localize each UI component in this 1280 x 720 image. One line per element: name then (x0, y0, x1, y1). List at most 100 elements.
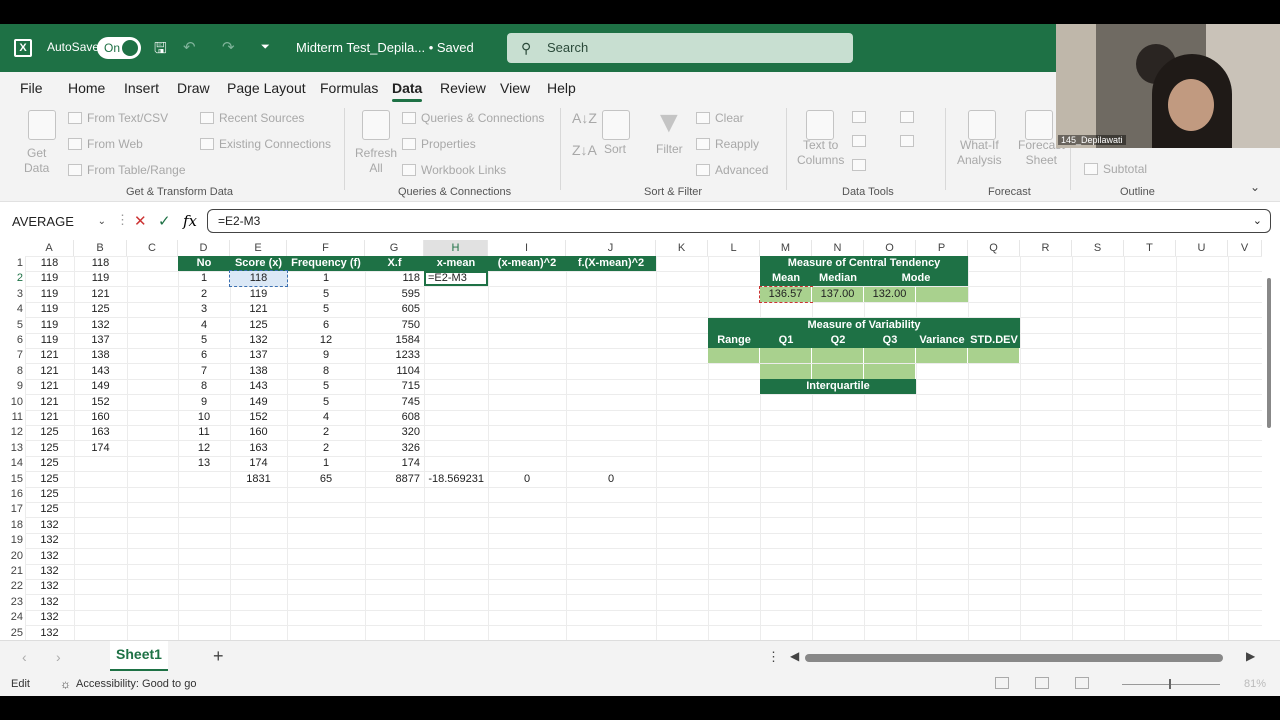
cell-e9[interactable]: 143 (230, 379, 287, 394)
row-header-20[interactable]: 20 (0, 549, 25, 564)
cell-g14[interactable]: 174 (365, 456, 424, 471)
cell-d8[interactable]: 7 (178, 364, 230, 379)
cell-e12[interactable]: 160 (230, 425, 287, 440)
cell-e10[interactable]: 149 (230, 395, 287, 410)
cell-e5[interactable]: 125 (230, 318, 287, 333)
variability-header-p[interactable]: Variance (916, 333, 968, 348)
row-header-12[interactable]: 12 (0, 425, 25, 440)
add-sheet-icon[interactable]: + (213, 646, 224, 667)
cell-a14[interactable]: 125 (25, 456, 74, 471)
cell-g15[interactable]: 8877 (365, 472, 424, 487)
cell-g11[interactable]: 608 (365, 410, 424, 425)
table-header-h[interactable]: x-mean (424, 256, 488, 271)
row-header-3[interactable]: 3 (0, 287, 25, 302)
column-header-q[interactable]: Q (968, 240, 1020, 256)
worksheet-grid[interactable]: ABCDEFGHIJKLMNOPQRSTUV 1 2 3 4 5 6 7 8 9 10 11 12 13… (0, 240, 1262, 664)
horizontal-scroll-thumb[interactable] (805, 654, 1223, 662)
column-header-c[interactable]: C (127, 240, 178, 256)
cell-b6[interactable]: 137 (74, 333, 127, 348)
cancel-icon[interactable]: ✕ (134, 212, 147, 230)
variability-value-o[interactable] (864, 348, 916, 364)
tab-page-layout[interactable]: Page Layout (227, 80, 306, 96)
text-to-columns-button[interactable]: Text to Columns (797, 138, 844, 168)
variability-header-n[interactable]: Q2 (812, 333, 864, 348)
cell-b5[interactable]: 132 (74, 318, 127, 333)
cell-b4[interactable]: 125 (74, 302, 127, 317)
more-options-icon[interactable]: ⋮ (767, 649, 780, 665)
cell-f11[interactable]: 4 (287, 410, 365, 425)
sort-button[interactable]: Sort (604, 142, 626, 156)
advanced-button[interactable]: Advanced (696, 163, 768, 177)
quartile-value-n[interactable] (812, 363, 864, 379)
row-header-11[interactable]: 11 (0, 410, 25, 425)
row-header-7[interactable]: 7 (0, 348, 25, 363)
refresh-all-button[interactable]: Refresh All (355, 146, 397, 176)
column-header-d[interactable]: D (178, 240, 230, 256)
cell-a21[interactable]: 132 (25, 564, 74, 579)
expand-formula-icon[interactable]: ⌄ (1253, 210, 1262, 232)
variability-value-m[interactable] (760, 348, 812, 364)
cell-a3[interactable]: 119 (25, 287, 74, 302)
cell-d11[interactable]: 10 (178, 410, 230, 425)
cell-a23[interactable]: 132 (25, 595, 74, 610)
cell-d13[interactable]: 12 (178, 441, 230, 456)
variability-value-p[interactable] (916, 348, 968, 364)
cell-a10[interactable]: 121 (25, 395, 74, 410)
cell-g5[interactable]: 750 (365, 318, 424, 333)
row-header-5[interactable]: 5 (0, 318, 25, 333)
queries-connections-button[interactable]: Queries & Connections (402, 111, 544, 125)
insert-function-icon[interactable]: fx (183, 212, 197, 230)
formula-input[interactable]: =E2-M3 ⌄ (207, 209, 1271, 233)
cell-f6[interactable]: 12 (287, 333, 365, 348)
remove-duplicates-icon[interactable] (852, 134, 871, 148)
relationships-icon[interactable] (900, 134, 919, 148)
autosave-toggle[interactable]: On (97, 37, 141, 59)
median-value[interactable]: 137.00 (812, 286, 864, 302)
cell-e15[interactable]: 1831 (230, 472, 287, 487)
active-cell-h2[interactable]: =E2-M3 (424, 271, 488, 287)
filter-button[interactable]: Filter (656, 142, 683, 156)
variability-value-n[interactable] (812, 348, 864, 364)
cell-g13[interactable]: 326 (365, 441, 424, 456)
cell-f14[interactable]: 1 (287, 456, 365, 471)
subtotal-button[interactable]: Subtotal (1084, 162, 1147, 176)
tab-help[interactable]: Help (547, 80, 576, 96)
column-header-l[interactable]: L (708, 240, 760, 256)
cell-f5[interactable]: 6 (287, 318, 365, 333)
tab-formulas[interactable]: Formulas (320, 80, 378, 96)
clear-button[interactable]: Clear (696, 111, 744, 125)
sort-ascending-icon[interactable]: A↓Z (572, 110, 597, 126)
table-header-e[interactable]: Score (x) (230, 256, 287, 271)
cell-a1[interactable]: 118 (25, 256, 74, 271)
cell-b8[interactable]: 143 (74, 364, 127, 379)
scroll-right-icon[interactable]: ▶ (1246, 649, 1255, 663)
row-header-18[interactable]: 18 (0, 518, 25, 533)
row-header-25[interactable]: 25 (0, 626, 25, 641)
mode-header[interactable]: Mode (864, 271, 968, 287)
cell-a6[interactable]: 119 (25, 333, 74, 348)
tab-data[interactable]: Data (392, 80, 423, 102)
get-data-button[interactable]: Get Data (24, 146, 49, 176)
column-header-j[interactable]: J (566, 240, 656, 256)
recent-sources-button[interactable]: Recent Sources (200, 111, 304, 125)
column-header-a[interactable]: A (25, 240, 74, 256)
cell-g2[interactable]: 118 (365, 271, 424, 286)
cell-e11[interactable]: 152 (230, 410, 287, 425)
page-break-view-icon[interactable] (1075, 677, 1089, 689)
row-header-17[interactable]: 17 (0, 502, 25, 517)
mean-value[interactable]: 136.57 (759, 285, 813, 303)
table-header-d[interactable]: No (178, 256, 230, 271)
cell-g4[interactable]: 605 (365, 302, 424, 317)
row-header-22[interactable]: 22 (0, 579, 25, 594)
row-header-4[interactable]: 4 (0, 302, 25, 317)
row-header-14[interactable]: 14 (0, 456, 25, 471)
data-validation-icon[interactable] (852, 158, 871, 172)
collapse-ribbon-icon[interactable]: ⌄ (1250, 180, 1260, 194)
page-layout-view-icon[interactable] (1035, 677, 1049, 689)
column-header-p[interactable]: P (916, 240, 968, 256)
table-header-g[interactable]: X.f (365, 256, 424, 271)
cell-f12[interactable]: 2 (287, 425, 365, 440)
cell-d12[interactable]: 11 (178, 425, 230, 440)
cell-a5[interactable]: 119 (25, 318, 74, 333)
cell-f9[interactable]: 5 (287, 379, 365, 394)
